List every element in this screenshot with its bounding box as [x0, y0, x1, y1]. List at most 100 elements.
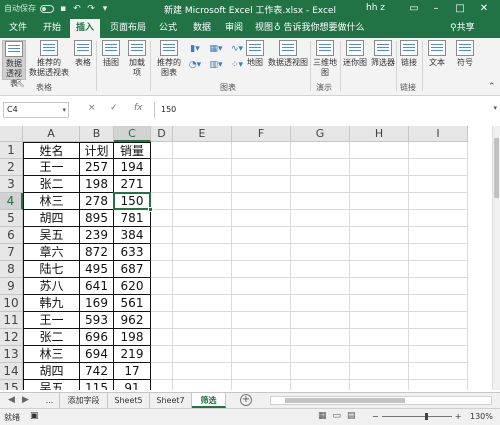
empty-cell[interactable]: [173, 261, 232, 278]
table-button[interactable]: 表格: [72, 40, 94, 68]
empty-cell[interactable]: [350, 278, 409, 295]
empty-cell[interactable]: [151, 261, 173, 278]
empty-cell[interactable]: [409, 312, 468, 329]
tab-home[interactable]: 开始: [38, 19, 66, 38]
table-cell[interactable]: 115: [80, 380, 114, 390]
empty-cell[interactable]: [232, 329, 291, 346]
table-cell[interactable]: 495: [80, 261, 114, 278]
name-box[interactable]: C4 ▾: [3, 102, 69, 118]
empty-cell[interactable]: [350, 227, 409, 244]
share-button[interactable]: ⚲共享: [450, 19, 475, 38]
empty-cell[interactable]: [151, 380, 173, 390]
empty-cell[interactable]: [350, 295, 409, 312]
tab-data[interactable]: 数据: [188, 19, 216, 38]
table-cell[interactable]: 278: [80, 193, 114, 210]
hierarchy-chart-icon[interactable]: ▦▾: [207, 42, 225, 56]
table-cell[interactable]: 198: [80, 176, 114, 193]
empty-cell[interactable]: [151, 278, 173, 295]
worksheet-grid[interactable]: A B C D E F G H I 1 姓名 计划 销量 2 王一 257 194 3 张二 198 271 4 林三 278…: [0, 126, 492, 390]
recommended-pivot-button[interactable]: 推荐的 数据透视表: [28, 40, 70, 78]
table-cell[interactable]: 17: [114, 363, 151, 380]
table-cell[interactable]: 384: [114, 227, 151, 244]
maximize-button[interactable]: □: [452, 1, 468, 17]
empty-cell[interactable]: [409, 159, 468, 176]
insert-function-icon[interactable]: fx: [134, 103, 143, 113]
table-cell[interactable]: 章六: [23, 244, 80, 261]
empty-cell[interactable]: [173, 227, 232, 244]
empty-cell[interactable]: [151, 159, 173, 176]
empty-cell[interactable]: [151, 176, 173, 193]
user-name[interactable]: hh z: [366, 3, 385, 13]
empty-cell[interactable]: [350, 244, 409, 261]
horizontal-scrollbar[interactable]: [270, 396, 492, 405]
statistic-chart-icon[interactable]: ▥▾: [207, 58, 225, 72]
empty-cell[interactable]: [409, 329, 468, 346]
zoom-out-icon[interactable]: −: [372, 412, 379, 421]
empty-cell[interactable]: [350, 176, 409, 193]
table-cell[interactable]: 陆七: [23, 261, 80, 278]
pivot-table-button[interactable]: 数据 透视表: [2, 40, 26, 88]
empty-cell[interactable]: [173, 278, 232, 295]
map-chart-button[interactable]: 地图: [244, 40, 266, 68]
link-button[interactable]: 链接: [398, 40, 420, 68]
illustrations-button[interactable]: 插图: [100, 40, 122, 68]
empty-cell[interactable]: [173, 142, 232, 159]
table-cell[interactable]: 林三: [23, 346, 80, 363]
table-header-cell[interactable]: 计划: [80, 142, 114, 159]
table-cell[interactable]: 687: [114, 261, 151, 278]
empty-cell[interactable]: [291, 261, 350, 278]
empty-cell[interactable]: [350, 210, 409, 227]
filters-button[interactable]: 筛选器: [370, 40, 396, 68]
fill-handle[interactable]: [148, 207, 153, 212]
row-header-12[interactable]: 12: [0, 329, 23, 346]
empty-cell[interactable]: [232, 159, 291, 176]
empty-cell[interactable]: [350, 363, 409, 380]
zoom-slider[interactable]: − +: [372, 412, 462, 421]
empty-cell[interactable]: [409, 142, 468, 159]
empty-cell[interactable]: [151, 329, 173, 346]
empty-cell[interactable]: [409, 261, 468, 278]
table-cell[interactable]: 641: [80, 278, 114, 295]
empty-cell[interactable]: [291, 193, 350, 210]
empty-cell[interactable]: [291, 278, 350, 295]
column-header-a[interactable]: A: [23, 126, 80, 142]
table-cell[interactable]: 620: [114, 278, 151, 295]
symbols-button[interactable]: 符号: [454, 40, 476, 68]
column-header-d[interactable]: D: [151, 126, 173, 142]
recommended-charts-button[interactable]: 推荐的 图表: [154, 40, 184, 78]
pivot-chart-button[interactable]: 数据透视图: [268, 40, 308, 68]
table-cell[interactable]: 91: [114, 380, 151, 390]
empty-cell[interactable]: [350, 261, 409, 278]
empty-cell[interactable]: [151, 244, 173, 261]
pie-chart-icon[interactable]: ◔▾: [186, 58, 204, 72]
tab-insert[interactable]: 插入: [70, 19, 100, 38]
empty-cell[interactable]: [409, 244, 468, 261]
table-cell[interactable]: 张二: [23, 176, 80, 193]
row-header-9[interactable]: 9: [0, 278, 23, 295]
empty-cell[interactable]: [350, 193, 409, 210]
page-layout-view-icon[interactable]: ▭: [333, 411, 342, 421]
empty-cell[interactable]: [151, 312, 173, 329]
table-cell[interactable]: 王一: [23, 159, 80, 176]
table-cell[interactable]: 742: [80, 363, 114, 380]
sheet-tab-add-field[interactable]: 添加字段: [60, 393, 108, 408]
empty-cell[interactable]: [173, 329, 232, 346]
empty-cell[interactable]: [291, 244, 350, 261]
empty-cell[interactable]: [151, 346, 173, 363]
row-header-7[interactable]: 7: [0, 244, 23, 261]
column-header-h[interactable]: H: [350, 126, 409, 142]
select-all-corner[interactable]: [0, 126, 23, 142]
empty-cell[interactable]: [173, 210, 232, 227]
table-cell[interactable]: 633: [114, 244, 151, 261]
empty-cell[interactable]: [291, 176, 350, 193]
empty-cell[interactable]: [232, 142, 291, 159]
empty-cell[interactable]: [409, 295, 468, 312]
empty-cell[interactable]: [232, 227, 291, 244]
table-cell[interactable]: 吴五: [23, 380, 80, 390]
empty-cell[interactable]: [350, 159, 409, 176]
close-button[interactable]: ✕: [476, 1, 492, 17]
empty-cell[interactable]: [151, 210, 173, 227]
table-cell[interactable]: 林三: [23, 193, 80, 210]
row-header-13[interactable]: 13: [0, 346, 23, 363]
chevron-down-icon[interactable]: ▾: [62, 103, 66, 117]
